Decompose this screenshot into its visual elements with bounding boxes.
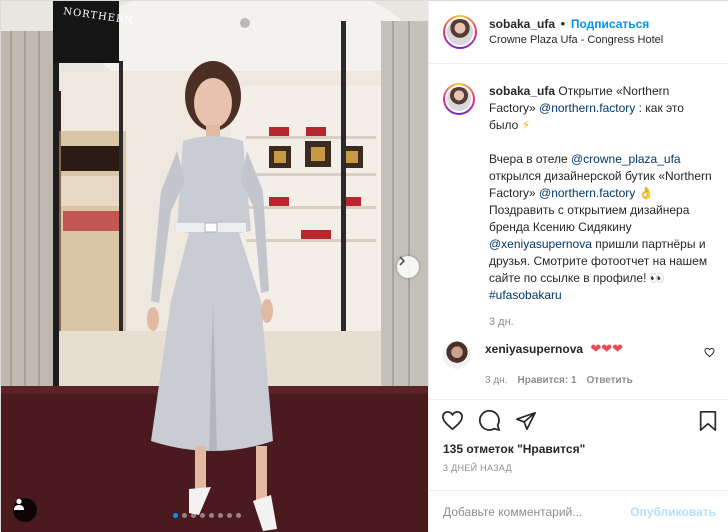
likes-summary[interactable]: 135 отметок "Нравится" bbox=[443, 442, 585, 456]
location-link[interactable]: Crowne Plaza Ufa - Congress Hotel bbox=[489, 32, 663, 48]
caption-username[interactable]: sobaka_ufa bbox=[489, 84, 555, 98]
carousel-dot bbox=[182, 513, 187, 518]
mention-link[interactable]: @northern.factory bbox=[539, 101, 635, 115]
reply-button[interactable]: Ответить bbox=[587, 372, 633, 389]
follow-button[interactable]: Подписаться bbox=[571, 17, 649, 31]
comment-time: 3 дн. bbox=[485, 375, 508, 386]
carousel-dot bbox=[218, 513, 223, 518]
share-button[interactable] bbox=[515, 410, 537, 432]
comment-heart-icon[interactable] bbox=[704, 347, 715, 358]
post-photo[interactable]: NORTHERN bbox=[1, 1, 428, 532]
comment-item: xeniyasupernova ❤❤❤ 3 дн. Нравится: 1 От… bbox=[443, 341, 715, 389]
comment-button[interactable] bbox=[478, 409, 501, 432]
author-username[interactable]: sobaka_ufa bbox=[489, 17, 555, 31]
carousel-dot bbox=[209, 513, 214, 518]
heart-icon bbox=[442, 411, 463, 431]
commenter-avatar[interactable] bbox=[443, 341, 471, 369]
comment-input[interactable] bbox=[443, 504, 631, 519]
comment-icon bbox=[478, 409, 500, 431]
header-separator: • bbox=[560, 16, 566, 31]
author-avatar[interactable] bbox=[443, 15, 477, 49]
comment-likes-button[interactable]: Нравится: 1 bbox=[517, 372, 576, 389]
caption-author-avatar[interactable] bbox=[443, 83, 475, 115]
lightning-emoji: ⚡ bbox=[521, 118, 531, 132]
header-text: sobaka_ufa • Подписаться Crowne Plaza Uf… bbox=[489, 16, 663, 48]
carousel-dot bbox=[173, 513, 178, 518]
post-timestamp: 3 ДНЕЙ НАЗАД bbox=[443, 463, 512, 473]
post-frame: NORTHERN sobaka_ufa • Подписаться Crowne… bbox=[0, 0, 728, 532]
action-bar bbox=[429, 399, 728, 441]
like-button[interactable] bbox=[441, 409, 464, 432]
caption-time: 3 дн. bbox=[489, 316, 514, 328]
caption: sobaka_ufa Открытие «Northern Factory» @… bbox=[443, 83, 716, 331]
eyes-emoji: 👀 bbox=[649, 271, 665, 285]
share-icon bbox=[516, 411, 536, 430]
add-comment-bar: Опубликовать bbox=[429, 490, 728, 532]
carousel-dot bbox=[236, 513, 241, 518]
caption-text: Поздравить с открытием дизайнера бренда … bbox=[489, 203, 690, 234]
carousel-indicator bbox=[173, 513, 241, 518]
bookmark-icon bbox=[699, 410, 717, 431]
post-sidebar: sobaka_ufa • Подписаться Crowne Plaza Uf… bbox=[428, 1, 728, 532]
chevron-right-icon bbox=[399, 256, 406, 266]
caption-text: Вчера в отеле bbox=[489, 152, 568, 166]
carousel-dot bbox=[227, 513, 232, 518]
mention-link[interactable]: @crowne_plaza_ufa bbox=[571, 152, 681, 166]
ok-hand-emoji: 👌 bbox=[638, 186, 654, 200]
hashtag-link[interactable]: #ufasobakaru bbox=[489, 288, 562, 302]
comment-text: ❤❤❤ bbox=[590, 342, 624, 357]
photo-illustration bbox=[1, 1, 428, 532]
mention-link[interactable]: @northern.factory bbox=[539, 186, 635, 200]
likes-label: "Нравится" bbox=[517, 442, 586, 456]
comment-body: xeniyasupernova ❤❤❤ 3 дн. Нравится: 1 От… bbox=[485, 341, 715, 389]
carousel-dot bbox=[191, 513, 196, 518]
mention-link[interactable]: @xeniyasupernova bbox=[489, 237, 592, 251]
commenter-username[interactable]: xeniyasupernova bbox=[485, 342, 583, 356]
comment-meta: 3 дн. Нравится: 1 Ответить bbox=[485, 372, 715, 389]
save-button[interactable] bbox=[698, 410, 718, 432]
publish-button[interactable]: Опубликовать bbox=[630, 505, 716, 519]
caption-body: sobaka_ufa Открытие «Northern Factory» @… bbox=[489, 83, 716, 331]
user-icon bbox=[14, 498, 24, 510]
carousel-dot bbox=[200, 513, 205, 518]
likes-count: 135 отметок bbox=[443, 442, 514, 456]
carousel-next-button[interactable] bbox=[397, 256, 419, 278]
post-header: sobaka_ufa • Подписаться Crowne Plaza Uf… bbox=[429, 1, 728, 64]
tagged-users-button[interactable] bbox=[13, 498, 37, 522]
